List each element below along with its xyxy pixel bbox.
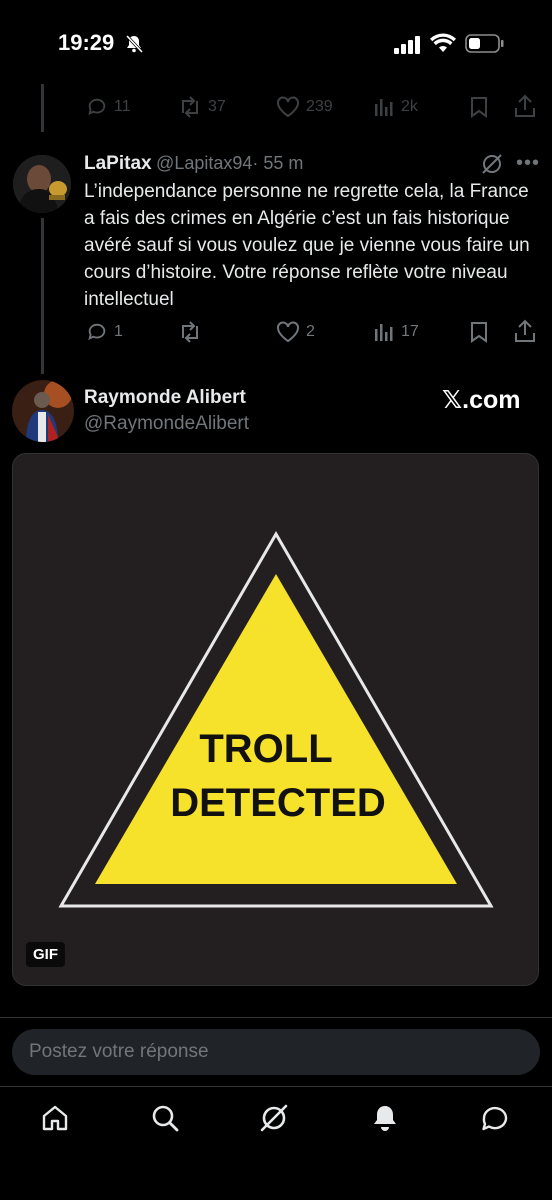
heart-icon — [277, 96, 299, 118]
share-icon — [515, 319, 535, 342]
bookmark-button[interactable] — [469, 321, 489, 343]
more-icon[interactable]: ••• — [516, 152, 540, 175]
like-button[interactable]: 2 — [276, 321, 315, 343]
home-icon[interactable] — [40, 1103, 70, 1138]
grok-icon[interactable] — [259, 1103, 289, 1138]
reply-input[interactable]: Postez votre réponse — [12, 1029, 540, 1075]
avatar[interactable] — [13, 155, 71, 213]
views-button[interactable]: 2k — [373, 96, 418, 118]
notifications-icon[interactable] — [370, 1103, 400, 1138]
reply-count: 1 — [114, 323, 123, 340]
signal-icon — [394, 36, 422, 59]
divider — [0, 1086, 552, 1087]
like-button[interactable]: 239 — [276, 96, 333, 118]
author-handle[interactable]: @RaymondeAlibert — [84, 413, 249, 435]
reply-button[interactable]: 11 — [86, 96, 131, 118]
messages-icon[interactable] — [480, 1103, 510, 1138]
author-name[interactable]: Raymonde Alibert — [84, 387, 246, 409]
search-icon[interactable] — [150, 1103, 180, 1138]
bell-off-icon — [124, 34, 144, 59]
battery-icon — [465, 34, 505, 59]
gif-media[interactable]: TROLL DETECTED — [12, 453, 539, 986]
retweet-icon — [182, 96, 198, 118]
bookmark-button[interactable] — [469, 96, 489, 118]
share-button[interactable] — [514, 319, 536, 343]
tweet-time: · 55 m — [252, 153, 304, 173]
retweet-icon — [182, 321, 198, 343]
gif-badge: GIF — [26, 942, 65, 967]
retweet-button[interactable] — [178, 321, 202, 343]
author-name[interactable]: LaPitax — [84, 153, 152, 174]
share-icon — [515, 94, 535, 117]
reply-icon — [88, 98, 106, 116]
sign-text-line1: TROLL — [199, 727, 332, 771]
retweet-count: 37 — [208, 98, 226, 115]
reply-icon — [88, 323, 106, 341]
like-count: 2 — [306, 323, 315, 340]
status-time: 19:29 — [58, 30, 115, 55]
troll-sign-image: TROLL DETECTED — [58, 531, 494, 908]
tweet-text: L’independance personne ne regrette cela… — [84, 181, 530, 310]
views-button[interactable]: 17 — [373, 321, 419, 343]
avatar[interactable] — [12, 380, 74, 442]
views-count: 2k — [401, 98, 418, 115]
views-icon — [375, 99, 393, 116]
reply-count: 11 — [114, 98, 131, 115]
wifi-icon — [430, 33, 456, 58]
bookmark-icon — [471, 97, 487, 118]
x-brand-logo: 𝕏.com — [442, 386, 521, 414]
views-count: 17 — [401, 323, 419, 340]
heart-icon — [277, 321, 299, 343]
sign-text-line2: DETECTED — [170, 781, 386, 825]
divider — [0, 1017, 552, 1018]
retweet-button[interactable]: 37 — [178, 96, 226, 118]
thread-line — [41, 218, 44, 374]
author-handle[interactable]: @Lapitax94 — [156, 153, 252, 173]
like-count: 239 — [306, 98, 333, 115]
reply-button[interactable]: 1 — [86, 321, 123, 343]
views-icon — [375, 324, 393, 341]
thread-line — [41, 84, 44, 132]
bookmark-icon — [471, 322, 487, 343]
share-button[interactable] — [514, 94, 536, 118]
grok-icon[interactable] — [481, 153, 503, 180]
